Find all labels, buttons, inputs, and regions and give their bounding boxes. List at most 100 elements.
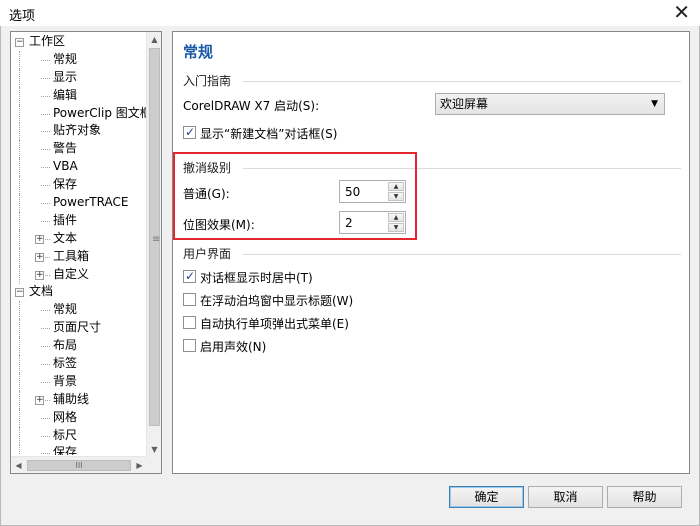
tree-item[interactable]: + 工具箱 <box>11 247 147 266</box>
tree-item[interactable]: − 工作区 <box>11 33 147 51</box>
expand-icon[interactable]: + <box>35 234 44 244</box>
tree-connector <box>19 176 20 195</box>
ui-option-checkbox[interactable] <box>183 316 196 329</box>
tree-item[interactable]: 插件 <box>11 211 147 230</box>
tree-item-label: 网格 <box>53 409 78 424</box>
tree-connector <box>19 68 20 87</box>
tree-connector <box>41 453 50 455</box>
tree-item-label: PowerClip 图文框 <box>53 105 147 120</box>
collapse-icon[interactable]: − <box>15 288 24 298</box>
tree-item[interactable]: 页面尺寸 <box>11 319 147 338</box>
tree-connector <box>41 220 50 222</box>
cancel-button[interactable]: 取消 <box>528 486 603 508</box>
scroll-down-icon[interactable]: ▼ <box>147 442 161 457</box>
grip-icon: ≡ <box>152 234 161 245</box>
tree-connector <box>19 390 20 409</box>
tree-connector <box>19 50 20 69</box>
collapse-icon[interactable]: − <box>15 38 24 47</box>
horizontal-scroll-thumb[interactable]: III <box>27 460 131 471</box>
tree-item-label: 文本 <box>53 230 78 245</box>
tree-item-label: 保存 <box>53 177 78 192</box>
tree-connector <box>19 372 20 391</box>
tree-connector <box>41 364 50 366</box>
tree-item-label: 警告 <box>53 141 78 156</box>
settings-panel: 常规 入门指南 CorelDRAW X7 启动(S): 欢迎屏幕 ▼ ✓ 显示“… <box>172 31 690 474</box>
tree-connector <box>19 194 20 213</box>
tree-item-label: 常规 <box>53 51 78 66</box>
tree-item[interactable]: 常规 <box>11 50 147 69</box>
tree-item[interactable]: 编辑 <box>11 86 147 105</box>
tree-item[interactable]: + 文本 <box>11 229 147 248</box>
tree-item-label: 文档 <box>29 284 54 299</box>
expand-icon[interactable]: + <box>35 252 44 262</box>
tree-item[interactable]: PowerTRACE <box>11 194 147 213</box>
tree-item[interactable]: 警告 <box>11 140 147 159</box>
startup-dropdown[interactable]: 欢迎屏幕 ▼ <box>435 93 665 115</box>
ui-option-label: 自动执行单项弹出式菜单(E) <box>200 317 349 331</box>
scroll-up-icon[interactable]: ▲ <box>147 32 161 47</box>
tree-item[interactable]: 标签 <box>11 355 147 374</box>
tree-item[interactable]: 保存 <box>11 176 147 195</box>
tree-item[interactable]: 网格 <box>11 408 147 427</box>
tree-item-label: 编辑 <box>53 87 78 102</box>
highlight-annotation-box <box>173 152 417 240</box>
tree-item-label: 页面尺寸 <box>53 320 102 335</box>
tree-connector <box>41 95 50 97</box>
tree-connector <box>19 301 20 320</box>
tree-item-label: 工作区 <box>29 34 66 48</box>
tree-connector <box>41 113 50 115</box>
tree-connector <box>19 140 20 159</box>
tree-connector <box>19 229 20 248</box>
tree-connector <box>41 381 50 383</box>
group-ui-label: 用户界面 <box>183 247 232 261</box>
vertical-scroll-thumb[interactable]: ≡ <box>149 48 160 426</box>
ui-option-label: 对话框显示时居中(T) <box>200 271 313 285</box>
ui-option-checkbox[interactable]: ✓ <box>183 269 196 283</box>
tree-connector <box>41 59 50 61</box>
tree-item[interactable]: + 自定义 <box>11 265 147 284</box>
tree-item[interactable]: + 辅助线 <box>11 390 147 409</box>
scroll-corner <box>146 456 161 473</box>
expand-icon[interactable]: + <box>35 270 44 280</box>
tree-horizontal-scrollbar[interactable]: ◀ III ▶ <box>11 456 147 473</box>
tree-item-label: 自定义 <box>53 266 90 281</box>
tree-item[interactable]: 保存 <box>11 444 147 455</box>
ui-option-checkbox[interactable] <box>183 339 196 352</box>
tree-connector <box>19 211 20 230</box>
group-intro-label: 入门指南 <box>183 74 232 88</box>
help-button[interactable]: 帮助 <box>607 486 682 508</box>
show-new-doc-label: 显示“新建文档”对话框(S) <box>200 127 338 141</box>
tree-connector <box>19 104 20 123</box>
show-new-doc-checkbox[interactable]: ✓ <box>183 125 196 139</box>
scroll-left-icon[interactable]: ◀ <box>11 458 26 473</box>
tree-item[interactable]: PowerClip 图文框 <box>11 104 147 123</box>
tree-connector <box>19 122 20 141</box>
tree-item[interactable]: 显示 <box>11 68 147 87</box>
tree-connector <box>19 426 20 445</box>
options-tree[interactable]: − 工作区 常规 显示 编辑 PowerClip 图文框 贴齐对象 警告 VBA 保存 PowerT… <box>10 31 162 474</box>
tree-connector <box>41 131 50 133</box>
tree-item-label: 标尺 <box>53 427 78 442</box>
tree-item-label: 显示 <box>53 69 78 84</box>
tree-vertical-scrollbar[interactable]: ▲ ≡ ▼ <box>146 32 161 457</box>
tree-item[interactable]: − 文档 <box>11 283 147 301</box>
tree-item[interactable]: 布局 <box>11 337 147 356</box>
expand-icon[interactable]: + <box>35 395 44 405</box>
tree-connector <box>19 444 20 455</box>
tree-connector <box>19 408 20 427</box>
tree-item[interactable]: 贴齐对象 <box>11 122 147 141</box>
tree-connector <box>19 247 20 266</box>
tree-item[interactable]: 标尺 <box>11 426 147 445</box>
scroll-right-icon[interactable]: ▶ <box>132 458 147 473</box>
ui-option-checkbox[interactable] <box>183 293 196 306</box>
group-intro-divider <box>243 81 681 82</box>
close-icon[interactable]: ✕ <box>673 1 690 23</box>
tree-item-label: 保存 <box>53 445 78 455</box>
title-bar: 选项 ✕ <box>0 0 700 26</box>
tree-item[interactable]: 背景 <box>11 372 147 391</box>
tree-item[interactable]: VBA <box>11 158 147 177</box>
ok-button[interactable]: 确定 <box>449 486 524 508</box>
group-ui-divider <box>243 254 681 255</box>
check-icon: ✓ <box>185 269 196 283</box>
tree-item[interactable]: 常规 <box>11 301 147 320</box>
